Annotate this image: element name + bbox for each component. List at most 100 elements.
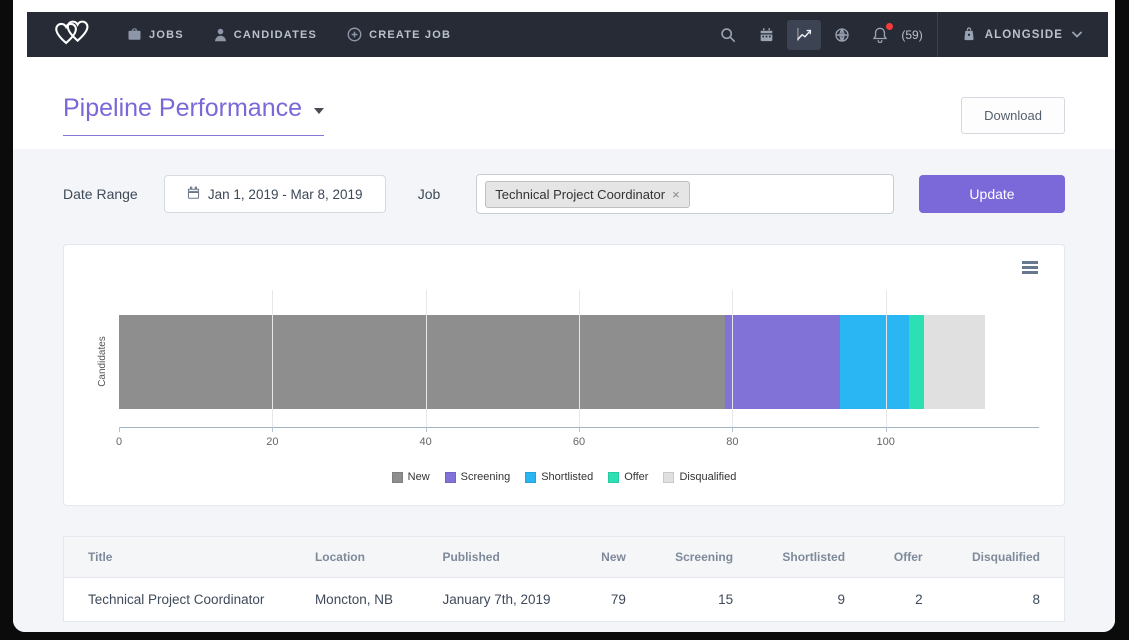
globe-icon	[834, 27, 850, 43]
column-header-published: Published	[418, 537, 576, 578]
column-header-screening: Screening	[650, 537, 757, 578]
bar-segment-shortlisted[interactable]	[840, 315, 909, 409]
legend-item-screening[interactable]: Screening	[445, 471, 511, 483]
organization-icon	[962, 26, 976, 44]
plot-area: 020406080100	[119, 290, 1039, 428]
axis-tick-label-0: 0	[116, 436, 122, 448]
notification-count: (59)	[901, 28, 922, 42]
column-header-disqualified: Disqualified	[947, 537, 1064, 578]
gridline-40	[426, 290, 427, 427]
analytics-button[interactable]	[787, 20, 821, 50]
date-range-input[interactable]: Jan 1, 2019 - Mar 8, 2019	[164, 175, 386, 213]
cell-published: January 7th, 2019	[418, 578, 576, 622]
chart-card: Candidates 020406080100 New Screening Shor…	[63, 244, 1065, 506]
nav-jobs-label: JOBS	[149, 29, 184, 41]
bar-segment-new[interactable]	[119, 315, 725, 409]
cell-location: Moncton, NB	[291, 578, 419, 622]
legend-item-new[interactable]: New	[392, 471, 430, 483]
axis-tick-label-100: 100	[876, 436, 894, 448]
notification-dot	[886, 23, 893, 30]
legend-swatch-shortlisted	[525, 472, 536, 483]
y-axis-label-wrap: Candidates	[94, 314, 110, 408]
bar-segment-offer[interactable]	[909, 315, 924, 409]
legend-swatch-new	[392, 472, 403, 483]
chart-context-menu-icon[interactable]	[1022, 261, 1038, 276]
download-button[interactable]: Download	[961, 97, 1065, 134]
legend-swatch-offer	[608, 472, 619, 483]
legend-swatch-screening	[445, 472, 456, 483]
account-menu[interactable]: ALONGSIDE	[938, 26, 1108, 44]
job-label: Job	[418, 186, 441, 202]
legend-label-new: New	[408, 471, 430, 483]
date-range-value: Jan 1, 2019 - Mar 8, 2019	[208, 187, 363, 202]
user-icon	[214, 28, 227, 42]
legend-item-disqualified[interactable]: Disqualified	[663, 471, 736, 483]
column-header-title: Title	[64, 537, 291, 578]
cell-screening: 15	[650, 578, 757, 622]
top-navbar: JOBS CANDIDATES CREATE J	[27, 12, 1108, 57]
job-tag-label: Technical Project Coordinator	[495, 187, 665, 202]
content-section: Date Range Jan 1, 2019 - Mar 8, 2019 Job…	[13, 149, 1115, 632]
cell-offer: 2	[869, 578, 947, 622]
column-header-shortlisted: Shortlisted	[757, 537, 869, 578]
tag-close-icon[interactable]: ×	[672, 188, 680, 201]
calendar-icon	[759, 27, 774, 42]
app-page: JOBS CANDIDATES CREATE J	[13, 0, 1115, 632]
bar-segment-screening[interactable]	[725, 315, 840, 409]
legend-item-offer[interactable]: Offer	[608, 471, 648, 483]
search-icon	[720, 27, 736, 43]
axis-tick-80	[732, 427, 733, 432]
legend-swatch-disqualified	[663, 472, 674, 483]
alongside-logo[interactable]	[53, 17, 93, 52]
date-range-label: Date Range	[63, 186, 138, 202]
calendar-icon-small	[187, 186, 200, 202]
pipeline-table-card: TitleLocationPublishedNewScreeningShortl…	[63, 536, 1065, 622]
line-chart-icon	[796, 27, 813, 42]
nav-create-job[interactable]: CREATE JOB	[347, 27, 451, 42]
cell-title: Technical Project Coordinator	[64, 578, 291, 622]
account-label: ALONGSIDE	[985, 29, 1063, 41]
navbar-right: (59) ALONGSIDE	[709, 12, 1108, 57]
nav-jobs[interactable]: JOBS	[127, 27, 184, 42]
hearts-logo-icon	[53, 17, 93, 52]
axis-tick-100	[886, 427, 887, 432]
calendar-button[interactable]	[749, 20, 783, 50]
cell-shortlisted: 9	[757, 578, 869, 622]
chart-legend: New Screening Shortlisted Offer Disqualified	[64, 471, 1064, 483]
update-button[interactable]: Update	[919, 175, 1065, 213]
legend-label-screening: Screening	[461, 471, 511, 483]
nav-create-job-label: CREATE JOB	[369, 29, 451, 41]
axis-tick-label-80: 80	[726, 436, 738, 448]
column-header-new: New	[576, 537, 650, 578]
axis-tick-20	[272, 427, 273, 432]
cell-disqualified: 8	[947, 578, 1064, 622]
column-header-location: Location	[291, 537, 419, 578]
table-row: Technical Project CoordinatorMoncton, NB…	[64, 578, 1064, 622]
search-button[interactable]	[711, 20, 745, 50]
axis-tick-60	[579, 427, 580, 432]
page-header: Pipeline Performance Download	[13, 69, 1115, 149]
legend-label-disqualified: Disqualified	[679, 471, 736, 483]
pipeline-table: TitleLocationPublishedNewScreeningShortl…	[64, 537, 1064, 621]
legend-label-offer: Offer	[624, 471, 648, 483]
nav-candidates[interactable]: CANDIDATES	[214, 28, 317, 42]
gridline-60	[579, 290, 580, 427]
gridline-100	[886, 290, 887, 427]
axis-tick-label-60: 60	[573, 436, 585, 448]
notifications-button[interactable]	[863, 20, 897, 50]
nav-candidates-label: CANDIDATES	[234, 29, 317, 41]
job-tag-chip: Technical Project Coordinator ×	[485, 181, 689, 208]
bar-segment-disqualified[interactable]	[924, 315, 985, 409]
report-title-dropdown[interactable]: Pipeline Performance	[63, 94, 324, 136]
legend-item-shortlisted[interactable]: Shortlisted	[525, 471, 593, 483]
job-multiselect[interactable]: Technical Project Coordinator ×	[476, 174, 894, 214]
table-header: TitleLocationPublishedNewScreeningShortl…	[64, 537, 1064, 578]
axis-tick-0	[119, 427, 120, 432]
globe-button[interactable]	[825, 20, 859, 50]
axis-tick-40	[426, 427, 427, 432]
caret-down-icon	[314, 108, 324, 114]
legend-label-shortlisted: Shortlisted	[541, 471, 593, 483]
table-body: Technical Project CoordinatorMoncton, NB…	[64, 578, 1064, 622]
column-header-offer: Offer	[869, 537, 947, 578]
chevron-down-icon	[1072, 29, 1082, 41]
